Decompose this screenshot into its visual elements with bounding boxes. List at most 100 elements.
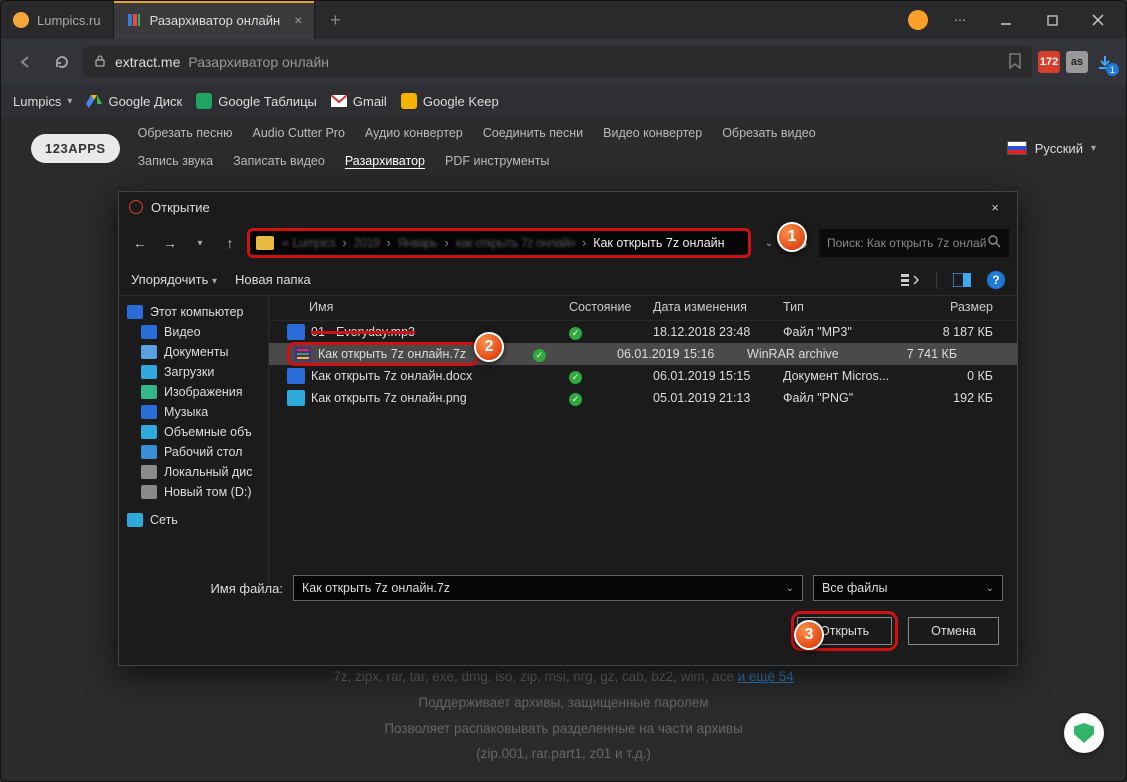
yandex-icon [129, 200, 143, 214]
sidebar-desktop[interactable]: Рабочий стол [119, 442, 268, 462]
folder-icon [256, 236, 274, 250]
pc-icon [127, 305, 143, 319]
cancel-button[interactable]: Отмена [908, 617, 999, 645]
security-badge[interactable] [1064, 713, 1104, 753]
flag-ru-icon [1007, 141, 1027, 155]
video-icon [141, 325, 157, 339]
chevron-down-icon[interactable]: ⌄ [986, 583, 994, 594]
lumpics-favicon [13, 12, 29, 28]
bookmarks-bar: Lumpics ▾ Google Диск Google Таблицы Gma… [1, 85, 1126, 117]
minimize-button[interactable] [984, 6, 1028, 34]
lock-icon [93, 54, 107, 71]
language-selector[interactable]: Русский ▾ [1007, 141, 1096, 156]
dialog-title: Открытие [151, 200, 210, 215]
organize-button[interactable]: Упорядочить ▾ [131, 272, 217, 287]
extension-lastfm-icon[interactable]: as [1066, 51, 1088, 73]
file-type-filter[interactable]: Все файлы ⌄ [813, 575, 1003, 601]
bookmark-gsheets[interactable]: Google Таблицы [196, 93, 317, 109]
file-row[interactable]: Как открыть 7z онлайн.docx ✓ 06.01.2019 … [269, 365, 1017, 387]
yandex-zen-icon[interactable] [908, 10, 928, 30]
extension-adblock-icon[interactable]: 172 [1038, 51, 1060, 73]
gdrive-icon [86, 93, 102, 109]
tab-lumpics[interactable]: Lumpics.ru [1, 1, 114, 39]
nav-link[interactable]: Обрезать видео [722, 122, 815, 146]
sidebar-3dobjects[interactable]: Объемные объ [119, 422, 268, 442]
file-open-dialog: Открытие × ← → ▾ ↑ « Lumpics› 2019› Янва… [118, 191, 1018, 666]
nav-link[interactable]: Запись звука [138, 150, 214, 174]
search-input[interactable]: Поиск: Как открыть 7z онлай [819, 229, 1009, 257]
back-button[interactable] [11, 47, 41, 77]
file-row-selected[interactable]: Как открыть 7z онлайн.7z ✓ 06.01.2019 15… [269, 343, 1017, 365]
synced-icon: ✓ [569, 393, 582, 406]
view-mode-button[interactable] [898, 270, 924, 290]
bookmark-gkeep[interactable]: Google Keep [401, 93, 499, 109]
close-window-button[interactable] [1076, 6, 1120, 34]
images-icon [141, 385, 157, 399]
preview-pane-button[interactable] [949, 270, 975, 290]
bookmark-icon[interactable] [1008, 53, 1022, 72]
nav-link[interactable]: Видео конвертер [603, 122, 702, 146]
png-file-icon [287, 390, 305, 406]
bookmark-gmail[interactable]: Gmail [331, 93, 387, 109]
sidebar-downloads[interactable]: Загрузки [119, 362, 268, 382]
more-formats-link[interactable]: и ещё 54 [738, 669, 794, 684]
synced-icon: ✓ [569, 327, 582, 340]
nav-link[interactable]: Аудио конвертер [365, 122, 463, 146]
dialog-close-button[interactable]: × [983, 192, 1007, 222]
sidebar-local-disk[interactable]: Локальный дис [119, 462, 268, 482]
sidebar-disk-d[interactable]: Новый том (D:) [119, 482, 268, 502]
callout-2: 2 [474, 332, 504, 362]
sidebar-video[interactable]: Видео [119, 322, 268, 342]
gmail-icon [331, 93, 347, 109]
site-nav-links: Обрезать песню Audio Cutter Pro Аудио ко… [138, 122, 858, 174]
sidebar-music[interactable]: Музыка [119, 402, 268, 422]
audio-file-icon [287, 324, 305, 340]
path-current: Как открыть 7z онлайн [593, 236, 724, 250]
filename-label: Имя файла: [133, 581, 283, 596]
nav-link[interactable]: Обрезать песню [138, 122, 233, 146]
nav-link[interactable]: PDF инструменты [445, 150, 549, 174]
nav-up-button[interactable]: ↑ [217, 235, 243, 251]
sidebar-this-pc[interactable]: Этот компьютер [119, 302, 268, 322]
gkeep-icon [401, 93, 417, 109]
dialog-titlebar: Открытие × [119, 192, 1017, 222]
nav-link[interactable]: Соединить песни [483, 122, 583, 146]
logo-123apps[interactable]: 123APPS [31, 134, 120, 163]
new-tab-button[interactable]: + [315, 1, 355, 39]
reload-button[interactable] [47, 47, 77, 77]
path-breadcrumb[interactable]: « Lumpics› 2019› Январь› как открыть 7z … [247, 228, 751, 258]
bookmark-lumpics[interactable]: Lumpics ▾ [13, 94, 72, 109]
dialog-nav: ← → ▾ ↑ « Lumpics› 2019› Январь› как отк… [119, 222, 1017, 264]
desktop-icon [141, 445, 157, 459]
nav-forward-button[interactable]: → [157, 235, 183, 251]
network-icon [127, 513, 143, 527]
nav-link-active[interactable]: Разархиватор [345, 150, 425, 174]
chevron-down-icon[interactable]: ⌄ [786, 583, 794, 594]
downloads-button[interactable]: 1 [1094, 51, 1116, 73]
nav-link[interactable]: Audio Cutter Pro [252, 122, 344, 146]
file-row[interactable]: Как открыть 7z онлайн.png ✓ 05.01.2019 2… [269, 387, 1017, 409]
file-list-header[interactable]: Имя Состояние Дата изменения Тип Размер [269, 296, 1017, 321]
nav-back-button[interactable]: ← [127, 235, 153, 251]
downloads-icon [141, 365, 157, 379]
tab-extract[interactable]: Разархиватор онлайн × [114, 1, 316, 39]
nav-history-button[interactable]: ▾ [187, 238, 213, 249]
site-topnav: 123APPS Обрезать песню Audio Cutter Pro … [1, 117, 1126, 179]
nav-link[interactable]: Записать видео [233, 150, 325, 174]
url-box[interactable]: extract.me Разархиватор онлайн [83, 46, 1032, 78]
maximize-button[interactable] [1030, 6, 1074, 34]
filename-input[interactable]: Как открыть 7z онлайн.7z ⌄ [293, 575, 803, 601]
url-title: Разархиватор онлайн [188, 54, 329, 70]
new-folder-button[interactable]: Новая папка [235, 272, 311, 287]
close-tab-icon[interactable]: × [294, 12, 302, 28]
help-button[interactable]: ⋯ [938, 6, 982, 34]
dialog-footer: Имя файла: Как открыть 7z онлайн.7z ⌄ Вс… [119, 569, 1017, 665]
sidebar-network[interactable]: Сеть [119, 510, 268, 530]
cube-icon [141, 425, 157, 439]
help-icon[interactable]: ? [987, 271, 1005, 289]
file-row[interactable]: 01 - Everyday.mp3 ✓ 18.12.2018 23:48 Фай… [269, 321, 1017, 343]
sidebar-documents[interactable]: Документы [119, 342, 268, 362]
synced-icon: ✓ [533, 349, 546, 362]
bookmark-gdrive[interactable]: Google Диск [86, 93, 182, 109]
sidebar-images[interactable]: Изображения [119, 382, 268, 402]
